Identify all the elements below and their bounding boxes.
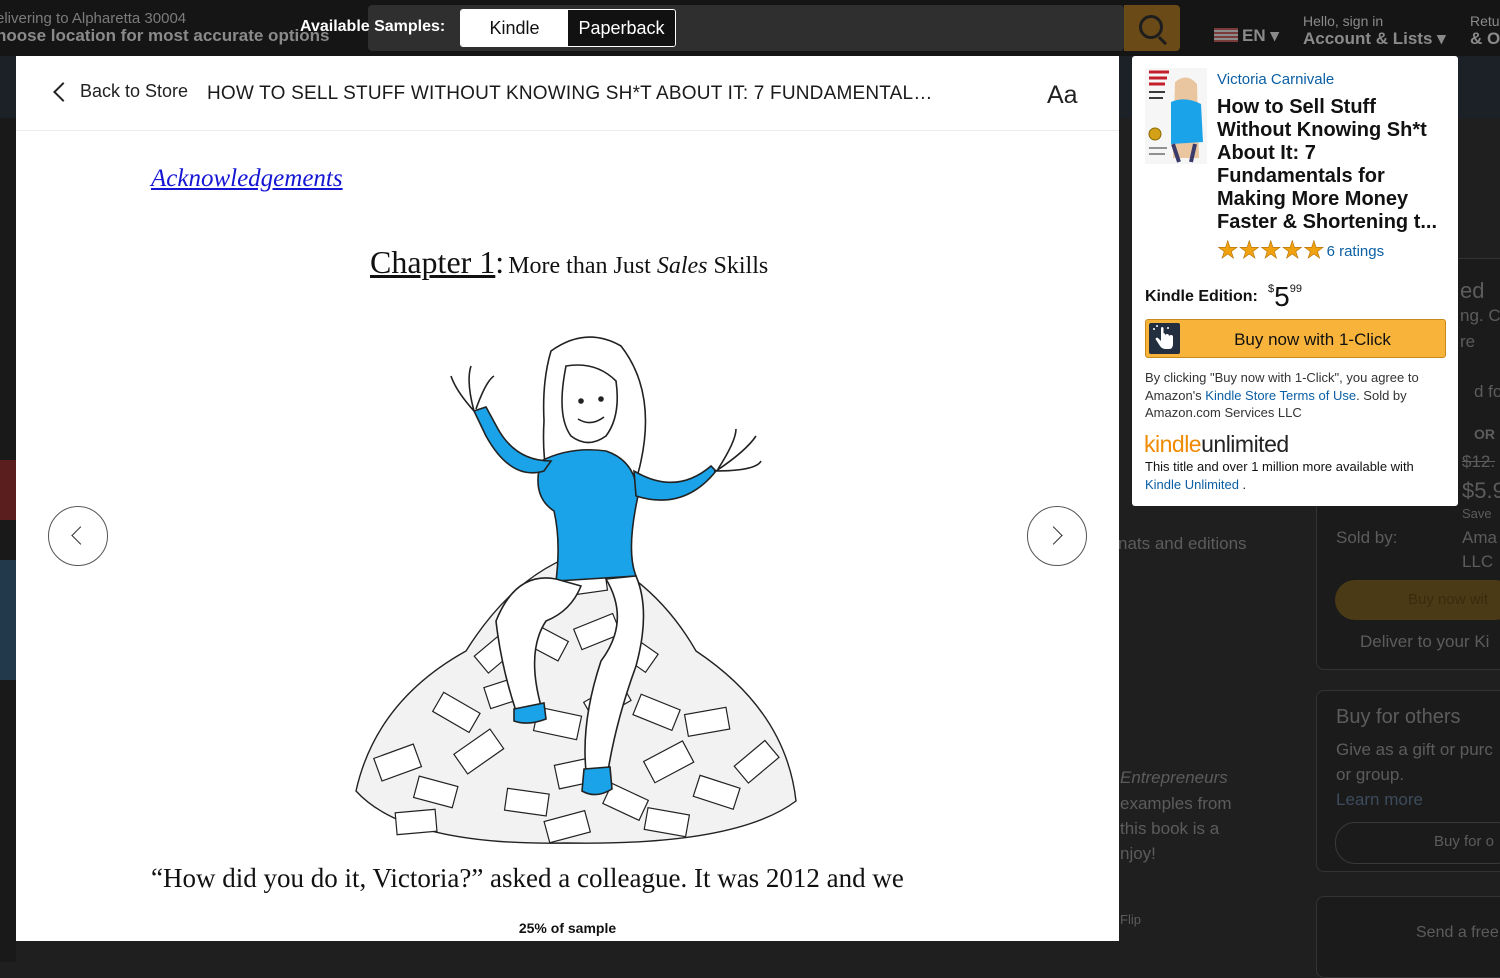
bg-text: Buy now wit <box>1408 591 1489 608</box>
bg-text: d for <box>1474 382 1500 401</box>
bg-text: njoy! <box>1120 844 1156 863</box>
chapter-heading: Chapter 1: More than Just Sales Skills <box>370 244 768 281</box>
chapter-colon: : <box>495 244 505 280</box>
book-cover-thumbnail[interactable] <box>1145 68 1207 164</box>
reader-book-title: HOW TO SELL STUFF WITHOUT KNOWING SH*T A… <box>207 83 937 104</box>
star-icon: ★ <box>1260 237 1282 264</box>
deliver-to-location[interactable]: elivering to Alpharetta 30004 hoose loca… <box>0 10 329 44</box>
purchase-terms: By clicking "Buy now with 1-Click", you … <box>1145 369 1445 422</box>
buy-now-1-click-button[interactable]: Buy now with 1-Click <box>1145 319 1446 358</box>
returns-orders[interactable]: Retu & O <box>1470 12 1500 48</box>
bg-text: Ama <box>1462 528 1497 547</box>
reader-toolbar: Back to Store HOW TO SELL STUFF WITHOUT … <box>16 56 1119 131</box>
us-flag-icon <box>1214 28 1238 42</box>
returns-line-2: & O <box>1470 29 1500 48</box>
bg-text: Learn more <box>1336 790 1423 809</box>
kindle-sample-reader: Back to Store HOW TO SELL STUFF WITHOUT … <box>16 56 1119 941</box>
left-page-strip <box>0 118 16 962</box>
ku-text-end: . <box>1238 476 1247 492</box>
ku-text: This title and over 1 million more avail… <box>1145 459 1414 474</box>
star-icon: ★ <box>1238 237 1261 264</box>
sample-format-toggle: Kindle Paperback <box>460 9 676 47</box>
back-to-store-button[interactable]: Back to Store <box>52 81 188 102</box>
kindle-unlimited-link[interactable]: Kindle Unlimited <box>1145 477 1239 492</box>
bg-text: Give as a gift or purc <box>1336 740 1493 759</box>
price: $599 <box>1268 281 1302 313</box>
bg-text: this book is a <box>1120 819 1220 838</box>
deliver-line-1: elivering to Alpharetta 30004 <box>0 10 187 27</box>
star-rating[interactable]: ★ ★ ★ ★ ★ 6 ratings <box>1217 237 1385 264</box>
chapter-number: Chapter 1 <box>370 244 496 280</box>
back-to-store-label: Back to Store <box>80 81 189 101</box>
kindle-store-terms-link[interactable]: Kindle Store Terms of Use <box>1205 388 1356 403</box>
price-whole: 5 <box>1274 281 1290 312</box>
bg-text: ed <box>1460 278 1485 303</box>
star-icon: ★ <box>1281 237 1304 264</box>
chapter-subtitle: More than Just Sales Skills <box>508 253 769 279</box>
next-page-button[interactable] <box>1027 506 1087 566</box>
acknowledgements-link[interactable]: Acknowledgements <box>151 165 343 193</box>
bg-text: nats and editions <box>1118 534 1247 553</box>
edition-label: Kindle Edition: <box>1145 288 1258 305</box>
language-selector[interactable]: EN ▾ <box>1214 26 1279 46</box>
bg-text: Buy for others <box>1336 706 1461 728</box>
bg-text: $5.9 <box>1462 478 1500 503</box>
deliver-line-2: hoose location for most accurate options <box>0 26 330 45</box>
chevron-right-icon <box>1044 526 1063 545</box>
bg-text: or group. <box>1336 765 1405 784</box>
bg-text: $12. <box>1462 452 1496 471</box>
bg-text: Buy for o <box>1434 833 1495 850</box>
left-page-image-fragment <box>0 460 16 520</box>
bg-text: Send a free <box>1416 924 1499 941</box>
sample-body-text: “How did you do it, Victoria?” asked a c… <box>151 863 904 893</box>
buy-panel: Victoria Carnivale How to Sell Stuff Wit… <box>1132 56 1458 506</box>
bg-text: examples from <box>1120 794 1232 813</box>
bg-text: Deliver to your Ki <box>1360 632 1490 651</box>
left-page-image-fragment-2 <box>0 560 16 680</box>
sample-progress: 25% of sample <box>518 920 617 936</box>
returns-line-1: Retu <box>1470 13 1500 29</box>
kindle-unlimited-info: This title and over 1 million more avail… <box>1145 458 1445 493</box>
author-link[interactable]: Victoria Carnivale <box>1217 71 1334 88</box>
bg-text: Flip <box>1120 912 1141 927</box>
price-currency: $ <box>1268 283 1275 295</box>
search-button[interactable] <box>1124 5 1180 51</box>
bg-text: Save <box>1462 506 1492 521</box>
star-icon: ★ <box>1303 237 1325 264</box>
account-menu[interactable]: Hello, sign in Account & Lists ▾ <box>1303 12 1446 48</box>
font-settings-button[interactable]: Aa <box>1047 81 1078 110</box>
account-line-1: Hello, sign in <box>1303 13 1384 29</box>
search-icon <box>1139 15 1163 39</box>
kindle-unlimited-logo: kindleunlimited <box>1144 431 1289 457</box>
sample-paperback-option[interactable]: Paperback <box>568 10 675 46</box>
bg-text: ng. C <box>1460 306 1500 325</box>
chevron-left-icon <box>71 526 90 545</box>
chapter-illustration <box>355 336 797 844</box>
one-click-hand-icon <box>1149 323 1180 354</box>
price-fraction: 99 <box>1289 283 1302 295</box>
bg-text: OR <box>1474 426 1495 442</box>
bg-text: Sold by: <box>1336 528 1398 547</box>
buy-now-label: Buy now with 1-Click <box>1234 330 1391 349</box>
chevron-left-icon <box>53 81 73 102</box>
ratings-count-link[interactable]: 6 ratings <box>1327 243 1385 260</box>
account-line-2: Account & Lists ▾ <box>1303 29 1446 48</box>
star-icon: ★ <box>1217 237 1239 264</box>
language-label: EN <box>1242 26 1266 45</box>
sample-kindle-option[interactable]: Kindle <box>461 10 568 46</box>
panel-book-title: How to Sell Stuff Without Knowing Sh*t A… <box>1217 96 1438 233</box>
bg-text: Entrepreneurs <box>1120 768 1228 787</box>
bg-text: re <box>1460 332 1476 351</box>
previous-page-button[interactable] <box>48 506 108 566</box>
available-samples-label: Available Samples: <box>300 18 446 35</box>
bg-text: LLC <box>1462 552 1494 571</box>
